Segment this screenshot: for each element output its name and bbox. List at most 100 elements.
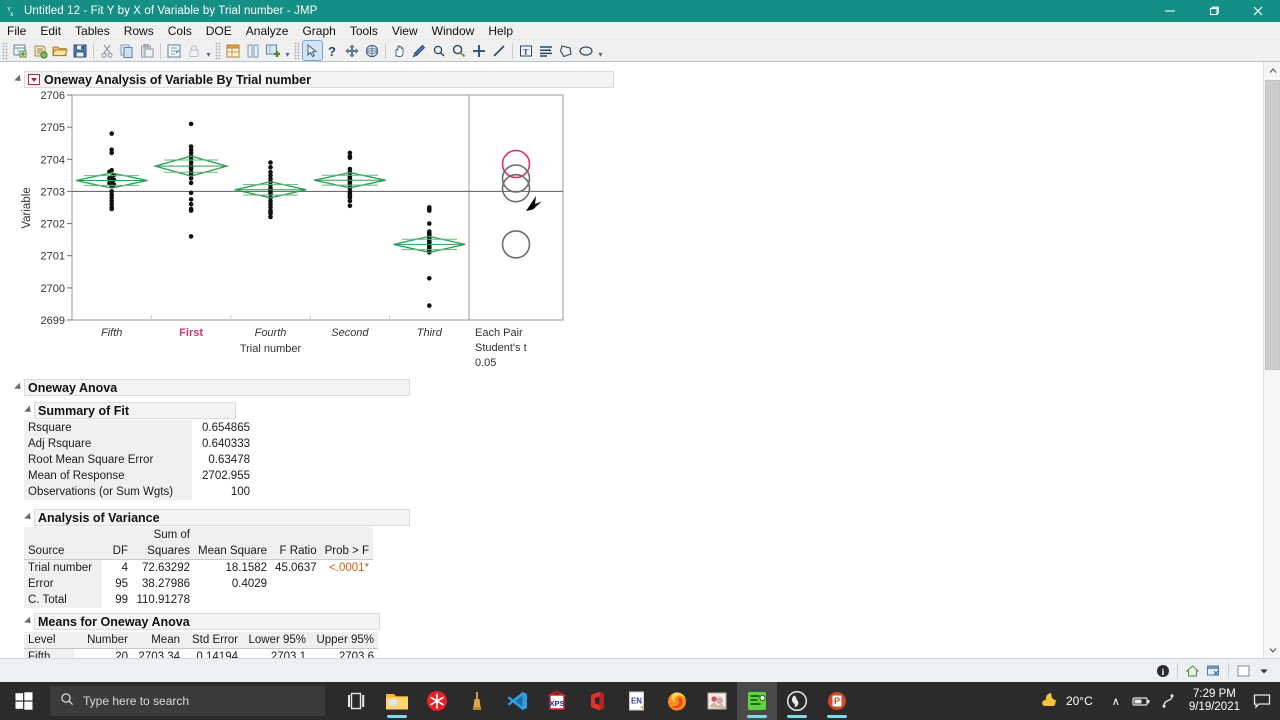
menu-analyze[interactable]: Analyze [239,23,296,39]
menu-edit[interactable]: Edit [33,23,68,39]
red-triangle-menu-icon[interactable] [28,74,40,85]
polygon-icon[interactable] [557,41,576,60]
scrollbar-thumb[interactable] [1265,80,1280,370]
simple-shape-icon[interactable] [537,41,556,60]
magnifier-small-icon[interactable] [430,41,449,60]
svg-text:T: T [523,46,529,56]
english-ime-icon[interactable]: EN [617,682,657,720]
sof-value-mean-response: 2702.955 [202,470,250,482]
battery-icon[interactable] [1129,682,1155,720]
text-annotate-icon[interactable]: T [517,41,536,60]
menu-tools[interactable]: Tools [343,23,385,39]
new-data-table-icon[interactable] [11,41,30,60]
firefox-icon[interactable] [657,682,697,720]
disclosure-triangle-icon[interactable] [14,73,24,87]
window-icon[interactable] [1203,662,1224,680]
means-number-fifth: 20 [115,651,128,658]
menu-file[interactable]: File [0,23,33,39]
network-icon[interactable] [1155,682,1181,720]
report-vertical-scrollbar[interactable] [1263,62,1280,658]
blank-box-icon[interactable] [1233,662,1254,680]
xps-viewer-icon[interactable]: XPS [537,682,577,720]
menu-help[interactable]: Help [481,23,520,39]
windows-start-icon[interactable] [0,682,48,720]
statistics-app-icon[interactable] [457,682,497,720]
menu-cols[interactable]: Cols [161,23,199,39]
hand-tool-icon[interactable] [390,41,409,60]
search-input[interactable]: Type here to search [50,686,325,716]
aov-f-trial-number: 45.0637 [275,562,317,574]
toolbar-grip[interactable] [294,41,300,60]
magnifier-icon[interactable] [450,41,469,60]
powerpoint-icon[interactable]: P [817,682,857,720]
obs-studio-icon[interactable] [777,682,817,720]
x-tick-third: Third [417,327,443,339]
arrow-tool-icon[interactable] [301,40,323,61]
maximize-button[interactable] [1192,0,1236,22]
jmp-icon[interactable] [737,682,777,720]
column-icon[interactable] [244,41,263,60]
brush-tool-icon[interactable] [363,41,382,60]
report-icon[interactable] [224,41,243,60]
menu-graph[interactable]: Graph [295,23,342,39]
paste-icon[interactable] [138,41,157,60]
menu-rows[interactable]: Rows [117,23,161,39]
weather-indicator[interactable]: 20°C [1040,691,1093,712]
show-hidden-icons-chevron[interactable]: ∧ [1112,695,1120,708]
scroll-down-arrow-icon[interactable] [1264,641,1280,658]
disclosure-triangle-icon[interactable] [14,381,24,395]
open-icon[interactable] [51,41,70,60]
lock-icon[interactable] [185,41,204,60]
menu-view[interactable]: View [385,23,425,39]
vscode-icon[interactable] [497,682,537,720]
magic-wand-icon[interactable] [410,41,429,60]
save-icon[interactable] [71,41,90,60]
journal-icon[interactable] [165,41,184,60]
dropdown-caret-icon[interactable] [1254,662,1274,680]
snowflake-app-icon[interactable] [417,682,457,720]
menu-window[interactable]: Window [425,23,482,39]
question-tool-icon[interactable]: ? [323,41,342,60]
oneway-plot[interactable]: 2706 2705 2704 2703 2702 2701 2700 2699 [14,90,614,375]
toolbar-grip[interactable] [2,41,8,60]
menu-doe[interactable]: DOE [199,23,239,39]
aov-p-c-total [321,592,373,608]
task-view-icon[interactable] [337,682,377,720]
line-tool-icon[interactable] [490,41,509,60]
info-icon[interactable]: i [1153,662,1173,680]
summary-of-fit-outline[interactable]: Summary of Fit [24,402,236,419]
analysis-of-variance-table: Source DF Sum of Squares Mean Square F R… [24,527,374,608]
aov-ss-error: 38.27986 [142,578,190,590]
cut-icon[interactable] [98,41,117,60]
toolbar-overflow-icon[interactable]: ▾ [283,41,292,60]
ellipse-icon[interactable] [577,41,596,60]
oneway-anova-outline[interactable]: Oneway Anova [14,379,410,396]
minimize-button[interactable] [1148,0,1192,22]
taskbar-clock[interactable]: 7:29 PM 9/19/2021 [1189,688,1240,714]
notification-icon[interactable] [1248,682,1276,720]
x-tick-fourth: Fourth [255,327,287,339]
crosshair-tool-icon[interactable] [343,41,362,60]
crosshairs-icon[interactable] [470,41,489,60]
add-columns-icon[interactable] [264,41,283,60]
aov-p-trial-number[interactable]: <.0001* [321,560,373,577]
new-script-icon[interactable] [31,41,50,60]
toolbar-grip[interactable] [215,41,221,60]
close-button[interactable] [1236,0,1280,22]
home-icon[interactable] [1182,662,1203,680]
file-explorer-icon[interactable] [377,682,417,720]
photos-app-icon[interactable] [697,682,737,720]
oneway-plot-svg[interactable]: 2706 2705 2704 2703 2702 2701 2700 2699 [14,90,614,375]
menu-tables[interactable]: Tables [68,23,117,39]
means-for-oneway-anova-outline[interactable]: Means for Oneway Anova [24,613,380,630]
toolbar-overflow-icon[interactable]: ▾ [204,41,213,60]
office-icon[interactable] [577,682,617,720]
scroll-up-arrow-icon[interactable] [1264,62,1280,79]
copy-icon[interactable] [118,41,137,60]
toolbar-overflow-icon[interactable]: ▾ [596,41,605,60]
oneway-analysis-outline[interactable]: Oneway Analysis of Variable By Trial num… [14,71,614,88]
disclosure-triangle-icon[interactable] [24,615,34,629]
disclosure-triangle-icon[interactable] [24,511,34,525]
analysis-of-variance-outline[interactable]: Analysis of Variance [24,509,410,526]
disclosure-triangle-icon[interactable] [24,404,34,418]
